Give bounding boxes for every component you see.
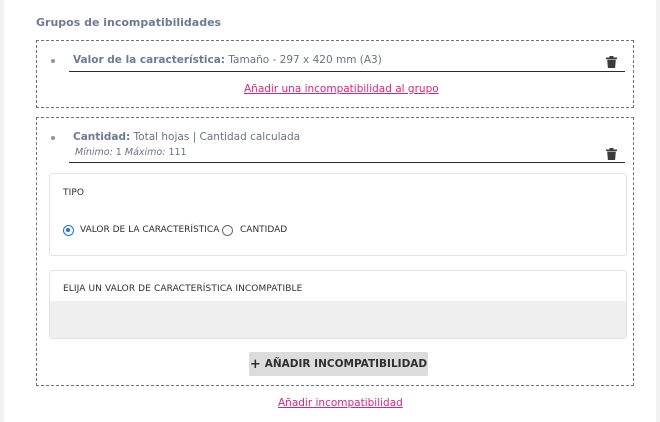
section-title: Grupos de incompatibilidades: [36, 16, 222, 29]
incompatible-value-card: ELIJA UN VALOR DE CARACTERÍSTICA INCOMPA…: [49, 270, 627, 339]
trash-icon[interactable]: [606, 148, 617, 160]
radio-feature-value-label[interactable]: VALOR DE LA CARACTERÍSTICA: [80, 225, 219, 235]
bullet-icon: [51, 59, 55, 63]
item-value: Total hojas | Cantidad calculada: [133, 131, 301, 143]
add-incompatibility-button-label: AÑADIR INCOMPATIBILIDAD: [264, 358, 428, 370]
item-value: Tamaño - 297 x 420 mm (A3): [228, 54, 382, 66]
max-label: Máximo:: [124, 147, 166, 158]
trash-icon[interactable]: [606, 56, 617, 68]
incompatibility-group-1: Valor de la característica: Tamaño - 297…: [36, 40, 634, 108]
radio-quantity[interactable]: [222, 225, 233, 236]
max-value: 111: [168, 147, 187, 158]
incompatible-value-select[interactable]: [50, 301, 626, 338]
incompatibilities-panel: Grupos de incompatibilidades Valor de la…: [4, 0, 656, 422]
item-range: Mínimo: 1 Máximo: 111: [75, 147, 187, 158]
radio-quantity-label[interactable]: CANTIDAD: [240, 225, 287, 235]
incompatible-value-label: ELIJA UN VALOR DE CARACTERÍSTICA INCOMPA…: [63, 284, 303, 294]
incompatibility-group-2: Cantidad: Total hojas | Cantidad calcula…: [36, 117, 634, 386]
min-label: Mínimo:: [75, 147, 113, 158]
bullet-icon: [51, 136, 55, 140]
min-value: 1: [115, 147, 122, 158]
group-item-text: Cantidad: Total hojas | Cantidad calcula…: [73, 131, 300, 143]
add-incompatibility-to-group-link[interactable]: Añadir una incompatibilidad al grupo: [244, 83, 439, 95]
item-label: Valor de la característica:: [73, 54, 226, 66]
group-item-text: Valor de la característica: Tamaño - 297…: [73, 54, 382, 66]
plus-icon: +: [249, 356, 261, 372]
item-label: Cantidad:: [73, 131, 131, 143]
add-incompatibility-button[interactable]: + AÑADIR INCOMPATIBILIDAD: [249, 352, 428, 376]
radio-feature-value[interactable]: [63, 225, 74, 236]
type-card: TIPO VALOR DE LA CARACTERÍSTICA CANTIDAD: [49, 173, 627, 256]
add-incompatibility-link[interactable]: Añadir incompatibilidad: [278, 397, 403, 409]
type-label: TIPO: [63, 188, 85, 198]
